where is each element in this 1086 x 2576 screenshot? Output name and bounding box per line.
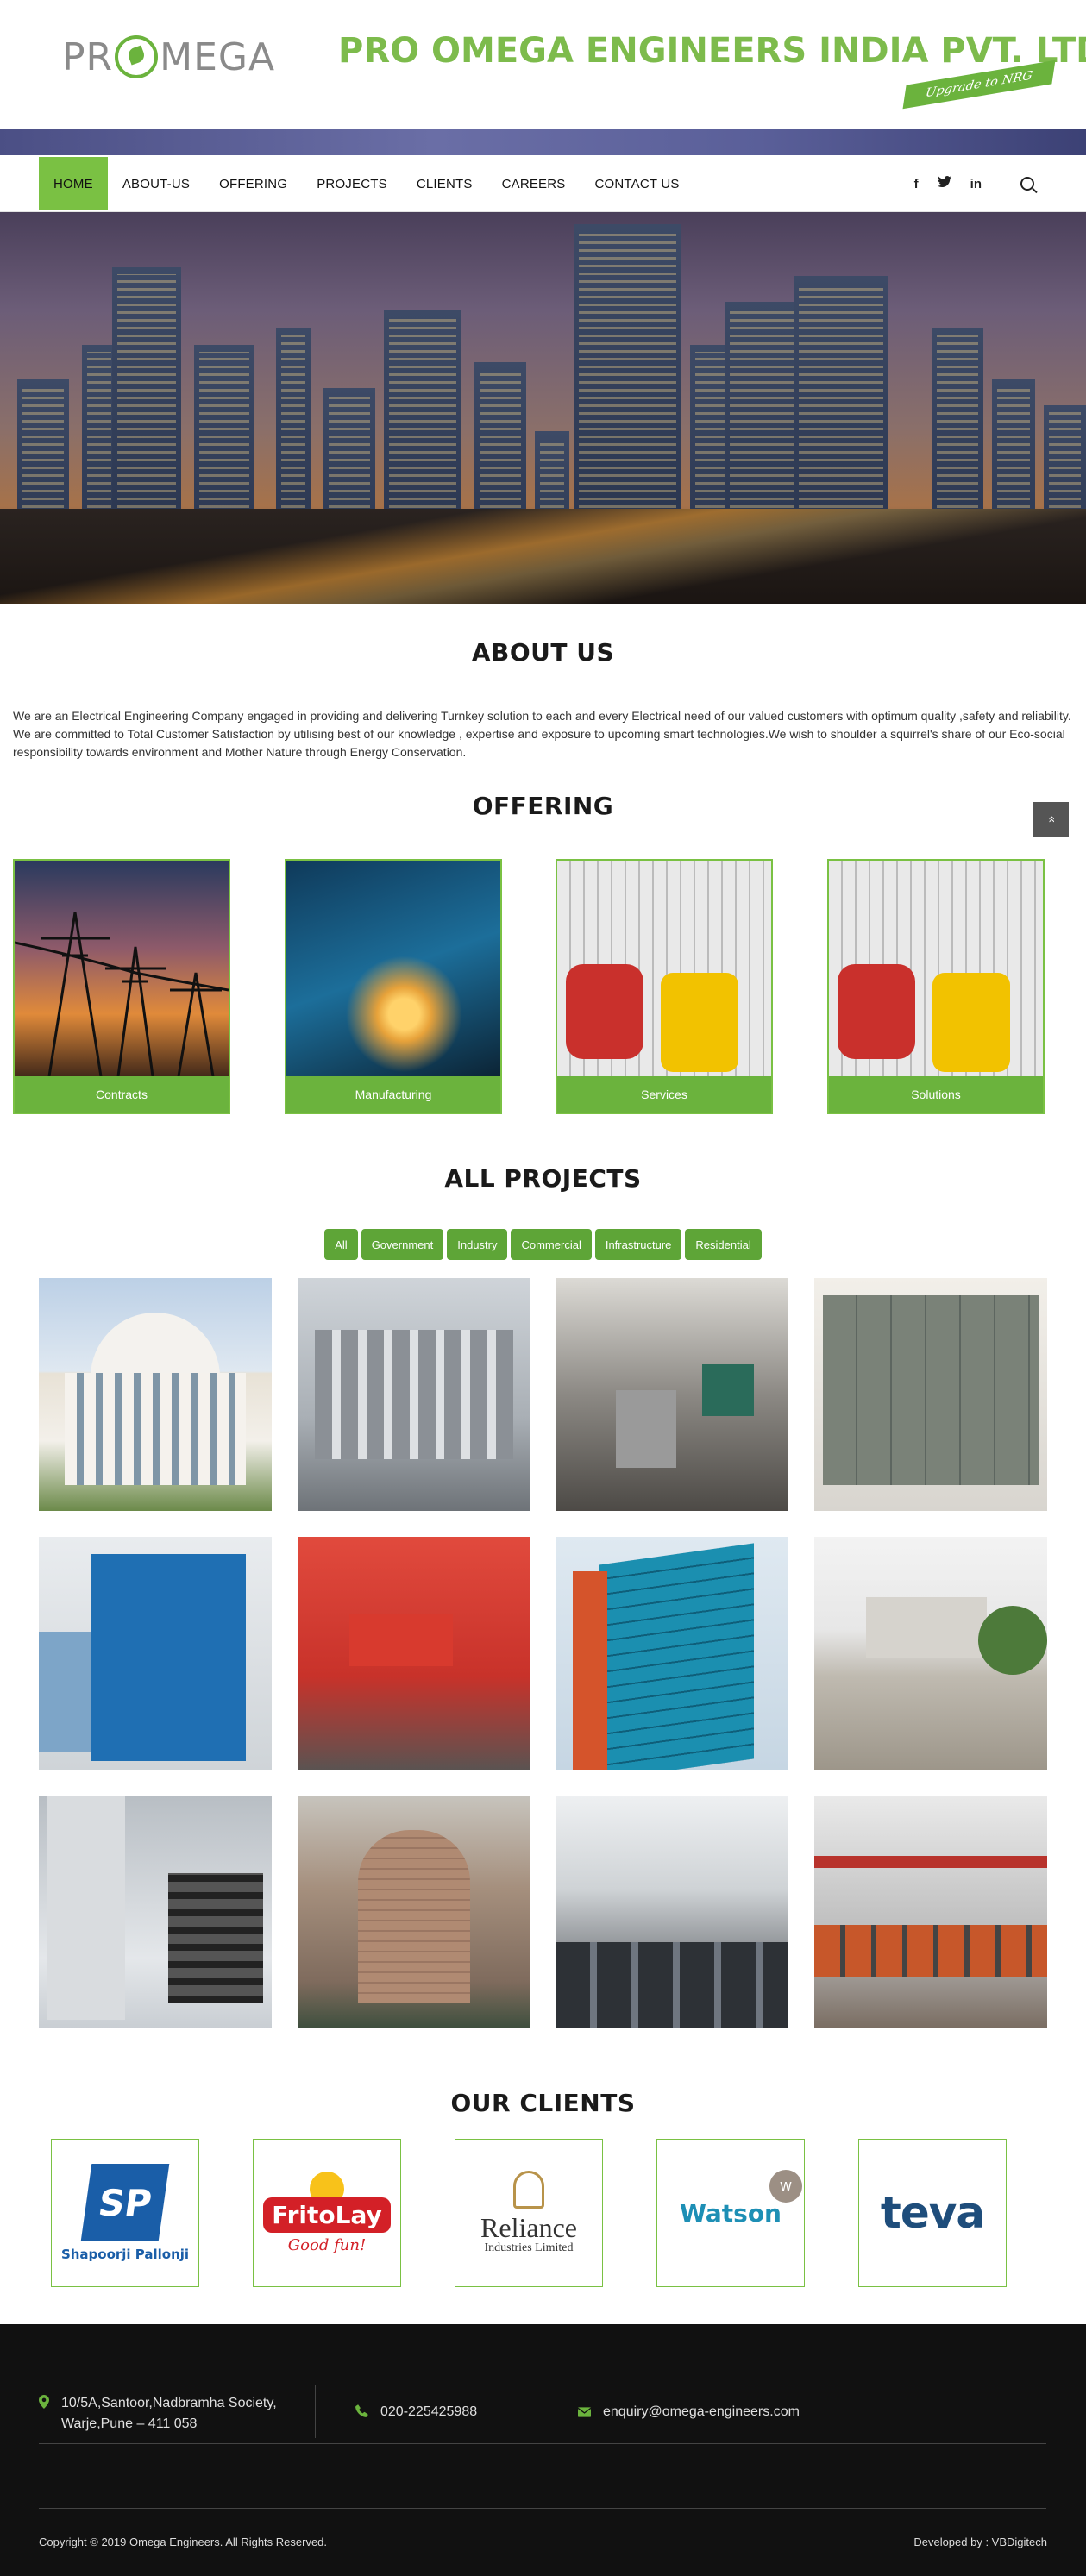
envelope-icon — [577, 2404, 592, 2424]
offering-label: Solutions — [829, 1076, 1043, 1113]
client-name: FritoLay — [263, 2197, 391, 2233]
nav-clients[interactable]: CLIENTS — [402, 157, 487, 210]
chevrons-up-icon: » — [1043, 816, 1058, 823]
footer-divider — [39, 2508, 1046, 2509]
nav-home[interactable]: HOME — [39, 157, 108, 210]
project-image[interactable] — [556, 1537, 788, 1770]
about-text: We are an Electrical Engineering Company… — [13, 709, 1071, 759]
developer-credit[interactable]: Developed by : VBDigitech — [913, 2535, 1047, 2548]
watson-mark-icon: w — [769, 2169, 802, 2203]
nav-offering[interactable]: OFFERING — [204, 157, 302, 210]
reliance-emblem-icon — [513, 2171, 544, 2209]
offering-card-manufacturing[interactable]: Manufacturing — [285, 859, 502, 1114]
phone-icon — [355, 2404, 368, 2424]
multimeter-panel-image — [557, 861, 771, 1080]
filter-industry[interactable]: Industry — [447, 1229, 508, 1260]
scroll-to-top-button[interactable]: » — [1033, 802, 1069, 837]
footer-email[interactable]: enquiry@omega-engineers.com — [577, 2402, 800, 2424]
project-image[interactable] — [556, 1278, 788, 1511]
project-image[interactable] — [39, 1796, 272, 2028]
shapoorji-pallonji-mark: SP — [80, 2164, 170, 2241]
client-logo-reliance[interactable]: Reliance Industries Limited — [455, 2139, 603, 2287]
footer-phone[interactable]: 020-225425988 — [355, 2402, 477, 2424]
leaf-logo-icon — [115, 35, 159, 78]
clients-title: OUR CLIENTS — [450, 2089, 636, 2117]
nav-projects[interactable]: PROJECTS — [302, 157, 402, 210]
linkedin-icon[interactable]: in — [970, 177, 982, 191]
promega-logo[interactable]: PR MEGA — [62, 31, 275, 83]
projects-title: ALL PROJECTS — [444, 1164, 642, 1193]
site-header: PR MEGA PRO OMEGA ENGINEERS INDIA PVT. LT… — [0, 0, 1086, 129]
filter-government[interactable]: Government — [361, 1229, 444, 1260]
phone-text: 020-225425988 — [380, 2404, 478, 2419]
project-image[interactable] — [814, 1796, 1047, 2028]
client-name: teva — [880, 2188, 985, 2238]
project-image[interactable] — [298, 1278, 530, 1511]
project-image[interactable] — [814, 1278, 1047, 1511]
search-icon[interactable] — [1020, 177, 1034, 191]
client-name: Watson — [679, 2198, 782, 2228]
project-image[interactable] — [298, 1796, 530, 2028]
address-text: 10/5A,Santoor,Nadbramha Society, Warje,P… — [61, 2396, 277, 2431]
about-title: ABOUT US — [471, 638, 615, 667]
client-subtitle: Good fun! — [287, 2236, 367, 2254]
client-logo-teva[interactable]: teva — [858, 2139, 1007, 2287]
client-name: Shapoorji Pallonji — [60, 2247, 190, 2262]
header-band — [0, 129, 1086, 155]
nav-careers[interactable]: CAREERS — [487, 157, 581, 210]
client-subtitle: Industries Limited — [484, 2241, 574, 2254]
multimeter-panel-image — [829, 861, 1043, 1080]
main-nav: HOME ABOUT-US OFFERING PROJECTS CLIENTS … — [0, 157, 1086, 212]
twitter-icon[interactable] — [937, 176, 951, 191]
filter-residential[interactable]: Residential — [685, 1229, 762, 1260]
client-logo-fritolay[interactable]: FritoLay Good fun! — [253, 2139, 401, 2287]
client-logo-watson[interactable]: Watson w — [656, 2139, 805, 2287]
offering-label: Manufacturing — [286, 1076, 500, 1113]
facebook-icon[interactable]: f — [914, 177, 919, 191]
hero-banner-image — [0, 212, 1086, 604]
company-name: PRO OMEGA ENGINEERS INDIA PVT. LTD. — [338, 31, 1086, 71]
project-image[interactable] — [814, 1537, 1047, 1770]
project-filters: All Government Industry Commercial Infra… — [0, 1229, 1086, 1260]
project-image[interactable] — [39, 1537, 272, 1770]
copyright-text: Copyright © 2019 Omega Engineers. All Ri… — [39, 2535, 328, 2548]
offering-title: OFFERING — [472, 792, 614, 820]
filter-commercial[interactable]: Commercial — [511, 1229, 592, 1260]
project-image[interactable] — [39, 1278, 272, 1511]
filter-infrastructure[interactable]: Infrastructure — [594, 1229, 682, 1260]
nav-contact-us[interactable]: CONTACT US — [581, 157, 694, 210]
footer-divider — [39, 2443, 1046, 2444]
email-text: enquiry@omega-engineers.com — [603, 2404, 800, 2419]
footer-address: 10/5A,Santoor,Nadbramha Society, Warje,P… — [39, 2393, 298, 2435]
offering-card-solutions[interactable]: Solutions — [827, 859, 1045, 1114]
map-marker-icon — [39, 2395, 49, 2416]
offering-card-contracts[interactable]: Contracts — [13, 859, 230, 1114]
site-footer: 10/5A,Santoor,Nadbramha Society, Warje,P… — [0, 2324, 1086, 2576]
client-name: Reliance — [480, 2212, 577, 2243]
offering-label: Contracts — [15, 1076, 229, 1113]
client-logo-shapoorji-pallonji[interactable]: SP Shapoorji Pallonji — [51, 2139, 199, 2287]
nav-about-us[interactable]: ABOUT-US — [108, 157, 204, 210]
project-image[interactable] — [298, 1537, 530, 1770]
offering-label: Services — [557, 1076, 771, 1113]
filter-all[interactable]: All — [324, 1229, 358, 1260]
offering-card-services[interactable]: Services — [556, 859, 773, 1114]
power-towers-image — [15, 861, 229, 1080]
welding-robots-image — [286, 861, 500, 1080]
project-image[interactable] — [556, 1796, 788, 2028]
